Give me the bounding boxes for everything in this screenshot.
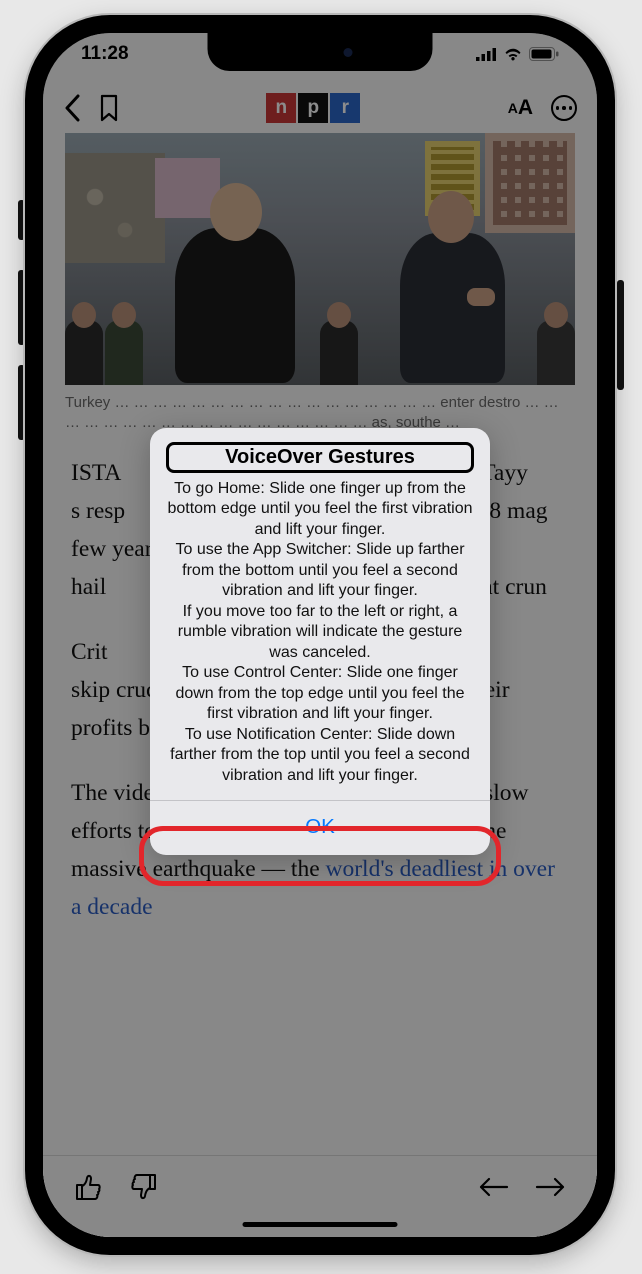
volume-up-button bbox=[18, 270, 25, 345]
side-button bbox=[617, 280, 624, 390]
alert-title: VoiceOver Gestures bbox=[166, 442, 474, 473]
mute-switch bbox=[18, 200, 25, 240]
alert-body: To go Home: Slide one finger up from the… bbox=[150, 479, 490, 800]
voiceover-gestures-alert: VoiceOver Gestures To go Home: Slide one… bbox=[150, 428, 490, 855]
screen: 11:28 bbox=[43, 33, 597, 1237]
volume-down-button bbox=[18, 365, 25, 440]
home-indicator[interactable] bbox=[243, 1222, 398, 1227]
alert-ok-button[interactable]: OK bbox=[150, 800, 490, 855]
iphone-frame: 11:28 bbox=[25, 15, 615, 1255]
